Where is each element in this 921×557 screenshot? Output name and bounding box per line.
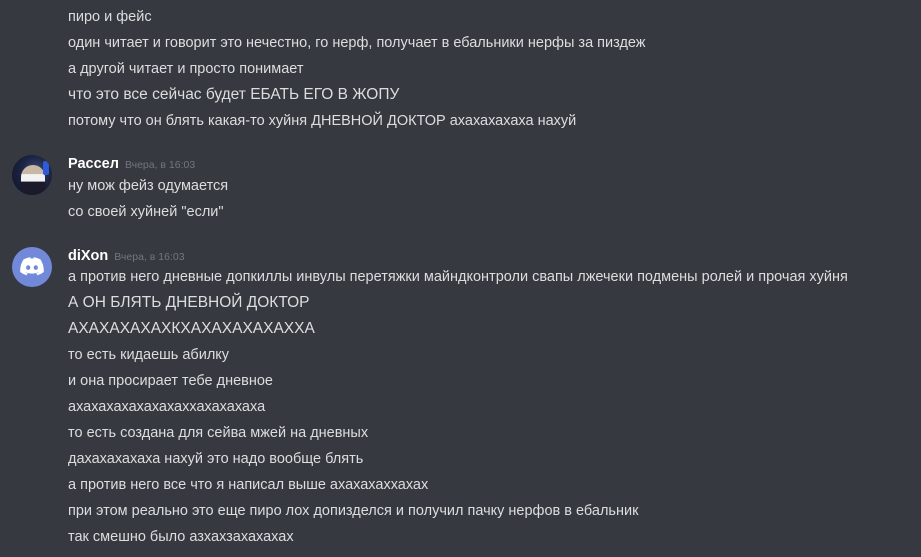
message-line: со своей хуйней "если" (68, 204, 224, 220)
message-line: и она просирает тебе дневное (68, 373, 273, 389)
avatar-photo (21, 165, 45, 195)
message-line: что это все сейчас будет ЕБАТЬ ЕГО В ЖОП… (68, 86, 400, 103)
message-line: то есть кидаешь абилку (68, 347, 230, 363)
message-line: а против него дневные допкиллы инвулы пе… (68, 269, 848, 285)
user-avatar[interactable] (12, 247, 52, 287)
discord-logo-icon (20, 257, 44, 276)
message-line: а другой читает и просто понимает (68, 61, 304, 77)
message-line: так смешно было азхахзахахахах (68, 529, 294, 545)
message-line: то есть создана для сейва мжей на дневны… (68, 425, 369, 441)
message-line: ахахахахахахахаххахахахаха (68, 399, 266, 415)
message-line: дахахахахаха нахуй это надо вообще блять (68, 451, 364, 467)
username[interactable]: diXon (68, 248, 108, 264)
message-header: diXon Вчера, в 16:03 (68, 246, 185, 266)
message-line: пиро и фейс (68, 9, 152, 25)
message-line: потому что он блять какая-то хуйня ДНЕВН… (68, 113, 577, 129)
message-line: АХАХАХАХАХКХАХАХАХАХАХХА (68, 320, 315, 337)
message-line: один читает и говорит это нечестно, го н… (68, 35, 646, 51)
timestamp[interactable]: Вчера, в 16:03 (114, 251, 184, 263)
avatar-photo-detail (43, 161, 49, 175)
message-line: а против него все что я написал выше аха… (68, 477, 429, 493)
message-line: ну мож фейз одумается (68, 178, 229, 194)
timestamp[interactable]: Вчера, в 16:03 (125, 159, 195, 171)
message-header: Рассел Вчера, в 16:03 (68, 154, 195, 174)
username[interactable]: Рассел (68, 156, 119, 172)
message-line: А ОН БЛЯТЬ ДНЕВНОЙ ДОКТОР (68, 294, 310, 311)
user-avatar[interactable] (12, 155, 52, 195)
message-line: при этом реально это еще пиро лох допизд… (68, 503, 639, 519)
